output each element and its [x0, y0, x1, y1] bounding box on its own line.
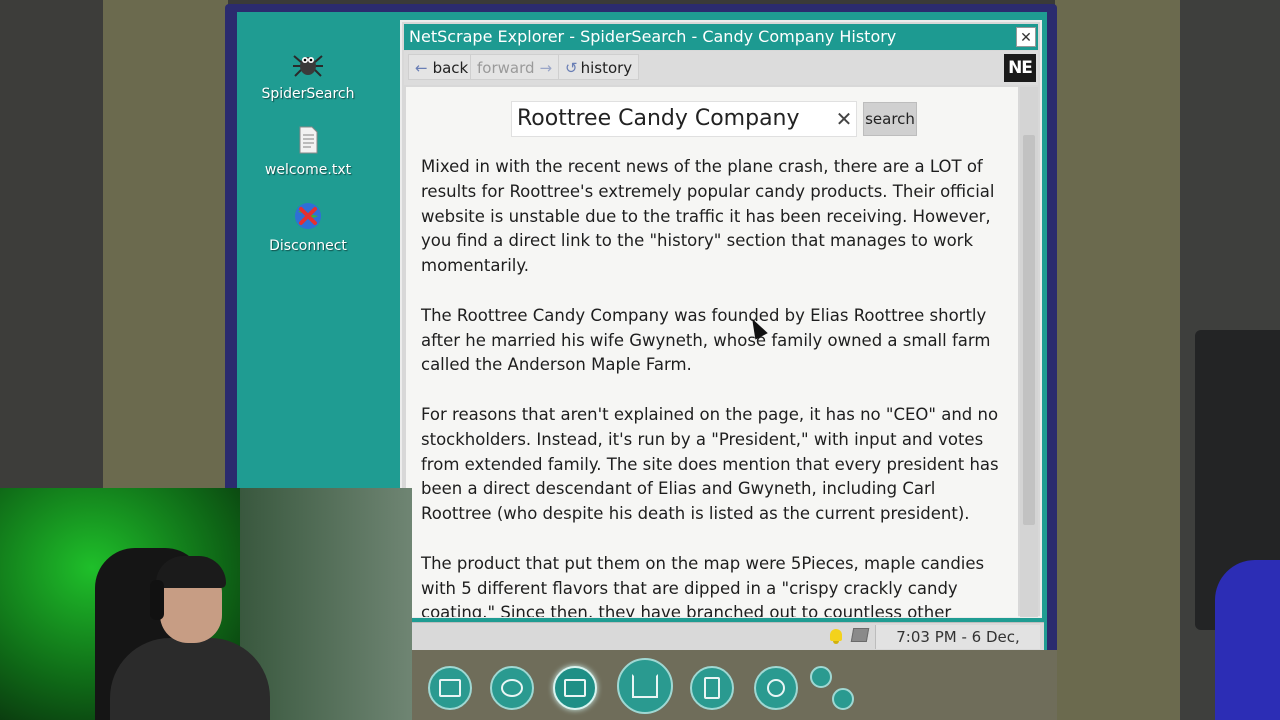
system-clock: 7:03 PM - 6 Dec, 1998	[875, 625, 1040, 670]
desktop-icon-welcome-txt[interactable]: welcome.txt	[253, 124, 363, 178]
browser-toolbar: ← back forward → ↺ history NE	[404, 51, 1038, 85]
webcam-headphones	[150, 580, 164, 620]
history-button[interactable]: ↺ history	[558, 54, 640, 80]
notification-bell-icon[interactable]	[830, 629, 842, 644]
home-button[interactable]	[617, 658, 673, 714]
files-app-button[interactable]	[428, 666, 472, 710]
forward-label: forward	[477, 59, 535, 77]
text-file-icon	[292, 124, 324, 156]
article-paragraph: Mixed in with the recent news of the pla…	[421, 157, 995, 276]
history-label: history	[580, 59, 633, 77]
vertical-scrollbar[interactable]	[1020, 87, 1038, 617]
room-chair	[1215, 560, 1280, 720]
network-icon[interactable]	[850, 628, 870, 642]
room-wall-right	[1055, 0, 1180, 720]
article-paragraph: The product that put them on the map wer…	[421, 553, 985, 617]
desktop-icon-disconnect[interactable]: Disconnect	[253, 200, 363, 254]
window-title: NetScrape Explorer - SpiderSearch - Cand…	[409, 27, 897, 46]
search-app-button[interactable]	[490, 666, 534, 710]
disconnect-icon	[292, 200, 324, 232]
files-icon	[439, 679, 461, 697]
page-content: Roottree Candy Company ✕ search Mixed in…	[406, 87, 1018, 617]
close-button[interactable]: ✕	[1016, 27, 1036, 47]
desktop-icon-label: welcome.txt	[264, 162, 352, 178]
scrollbar-thumb[interactable]	[1023, 135, 1035, 525]
lamp-icon	[767, 679, 785, 697]
notebook-icon	[704, 677, 720, 699]
netscrape-logo: NE	[1004, 54, 1036, 82]
arrow-left-icon: ←	[415, 59, 428, 77]
computer-app-button[interactable]	[553, 666, 597, 710]
clear-search-icon[interactable]: ✕	[831, 101, 857, 137]
spider-icon	[292, 48, 324, 80]
article-paragraph: For reasons that aren't explained on the…	[421, 404, 999, 524]
article-text: Mixed in with the recent news of the pla…	[421, 155, 1011, 617]
webcam-overlay	[0, 488, 412, 720]
forward-button[interactable]: forward →	[470, 54, 560, 80]
article-paragraph: The Roottree Candy Company was founded b…	[421, 305, 991, 375]
arrow-right-icon: →	[539, 59, 553, 77]
settings-gear-icon[interactable]	[832, 688, 854, 710]
desktop-icon-spidersearch[interactable]: SpiderSearch	[253, 48, 363, 102]
back-label: back	[432, 59, 469, 77]
keyboard-button[interactable]	[810, 666, 832, 688]
search-input[interactable]: Roottree Candy Company	[511, 101, 857, 137]
history-icon: ↺	[565, 59, 578, 77]
home-icon	[632, 674, 658, 698]
desktop-icon-label: Disconnect	[269, 238, 347, 254]
back-button[interactable]: ← back	[408, 54, 476, 80]
browser-window: NetScrape Explorer - SpiderSearch - Cand…	[400, 20, 1042, 618]
search-button[interactable]: search	[863, 102, 917, 136]
system-tray: 7:03 PM - 6 Dec, 1998	[412, 622, 1044, 670]
webcam-beanie	[156, 556, 226, 588]
monitor-icon	[564, 679, 586, 697]
light-app-button[interactable]	[754, 666, 798, 710]
magnifier-icon	[501, 679, 523, 697]
webcam-streamer-body	[110, 638, 270, 720]
window-titlebar[interactable]: NetScrape Explorer - SpiderSearch - Cand…	[404, 24, 1038, 50]
desktop-icon-label: SpiderSearch	[261, 86, 355, 102]
notes-app-button[interactable]	[690, 666, 734, 710]
